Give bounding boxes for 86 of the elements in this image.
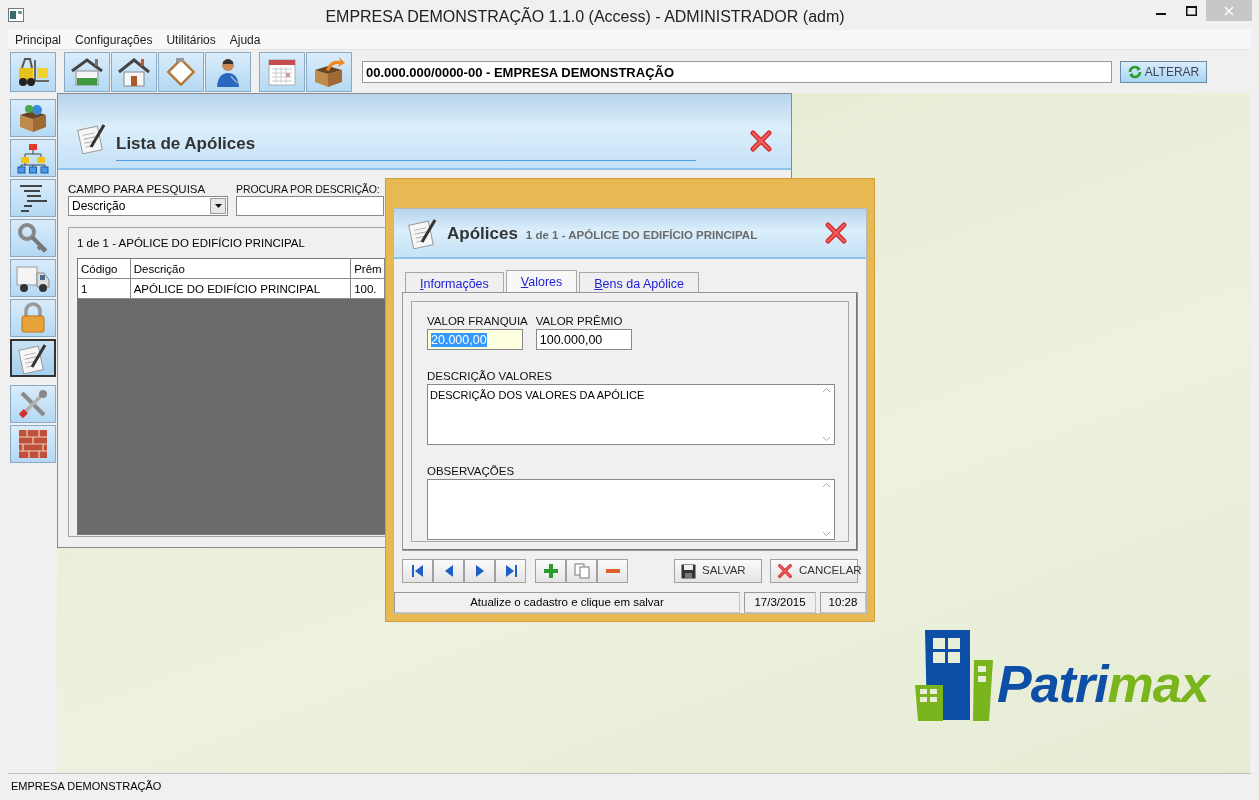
status-message: Atualize o cadastro e clique em salvar	[394, 592, 740, 613]
company-field[interactable]: 00.000.000/0000-00 - EMPRESA DEMONSTRAÇÃO	[362, 60, 1112, 83]
save-button[interactable]: SALVAR	[674, 559, 762, 583]
menu-item[interactable]: Ajuda	[222, 30, 268, 49]
refresh-icon	[1127, 64, 1142, 79]
memo-field[interactable]	[427, 479, 835, 540]
sidebar-button[interactable]	[10, 99, 56, 137]
document-pen-icon	[76, 122, 108, 154]
key-icon	[17, 222, 49, 254]
first-button[interactable]	[402, 559, 433, 583]
sidebar-button[interactable]	[10, 259, 56, 297]
window-title: EMPRESA DEMONSTRAÇÃO 1.1.0 (Access) - ADMINISTRADOR (adm)	[324, 6, 846, 27]
house-icon	[117, 55, 151, 88]
search-input[interactable]	[236, 196, 384, 216]
column-header: Prêm	[351, 259, 385, 280]
field-label: OBSERVAÇÕES	[427, 464, 515, 478]
field-label: PROCURA POR DESCRIÇÃO:	[236, 182, 380, 196]
copy-icon	[573, 563, 590, 579]
box-arrow-icon	[312, 55, 346, 88]
field-label: VALOR PRÊMIO	[535, 314, 623, 328]
dialog-subtitle: 1 de 1 - APÓLICE DO EDIFÍCIO PRINCIPAL	[525, 228, 758, 244]
forklift-icon	[16, 55, 50, 88]
box-icon	[17, 102, 49, 134]
column-header: Descrição	[130, 259, 352, 280]
house-button[interactable]	[111, 51, 157, 92]
menu-item[interactable]: Principal	[8, 30, 69, 49]
sidebar-button[interactable]	[10, 339, 56, 377]
column-header: Código	[78, 259, 131, 280]
field-label: CAMPO PARA PESQUISA	[68, 182, 206, 196]
document-pen-icon	[17, 342, 49, 374]
duplicate-button[interactable]	[566, 559, 597, 583]
cancel-icon	[777, 563, 793, 579]
logo-buildings-icon	[915, 630, 995, 724]
record-caption: 1 de 1 - APÓLICE DO EDIFÍCIO PRINCIPAL	[77, 236, 305, 251]
forklift-button[interactable]	[10, 51, 56, 92]
tab[interactable]: Bens da Apólice	[579, 272, 699, 292]
table-cell: 1	[78, 279, 131, 300]
search-field-select[interactable]: Descrição	[68, 196, 228, 216]
warehouse-icon	[70, 55, 104, 88]
scroll-down-icon	[822, 532, 830, 536]
last-button[interactable]	[495, 559, 526, 583]
dialog-title: Apólices	[447, 223, 518, 246]
plus-icon	[542, 563, 559, 579]
close-icon	[824, 221, 848, 245]
table-cell: 100.	[351, 279, 385, 300]
maximize-icon	[1185, 5, 1197, 16]
bar-list-icon	[17, 182, 49, 214]
box-button[interactable]	[306, 51, 352, 92]
warehouse-button[interactable]	[64, 51, 110, 92]
previous-button[interactable]	[433, 559, 464, 583]
wrench-icon	[17, 388, 49, 420]
brick-wall-icon	[17, 428, 49, 460]
memo-field[interactable]: DESCRIÇÃO DOS VALORES DA APÓLICE	[427, 384, 835, 445]
clipboard-button[interactable]	[158, 51, 204, 92]
tab[interactable]: Valores	[505, 270, 578, 292]
floppy-icon	[681, 563, 696, 579]
status-date: 17/3/2015	[744, 592, 816, 613]
scroll-up-icon	[822, 388, 830, 392]
alter-button[interactable]: ALTERAR	[1120, 60, 1207, 83]
field-label: VALOR FRANQUIA	[427, 314, 528, 328]
app-icon	[8, 8, 24, 22]
table-cell: APÓLICE DO EDIFÍCIO PRINCIPAL	[130, 279, 352, 300]
person-button[interactable]	[205, 51, 251, 92]
menu-item[interactable]: Utilitários	[159, 30, 223, 49]
field-label: DESCRIÇÃO VALORES	[427, 369, 553, 383]
sidebar-button[interactable]	[10, 179, 56, 217]
minimize-icon	[1156, 12, 1166, 15]
remove-button[interactable]	[597, 559, 628, 583]
caret-icon	[214, 204, 222, 208]
document-pen-icon	[407, 217, 439, 249]
scroll-up-icon	[822, 483, 830, 487]
scroll-down-icon	[822, 437, 830, 441]
add-button[interactable]	[535, 559, 566, 583]
logo-wordmark: Patrimax	[997, 658, 1209, 710]
first-icon	[409, 563, 426, 579]
value-input[interactable]: 100.000,00	[535, 329, 632, 350]
close-icon	[749, 129, 773, 153]
close-icon	[1224, 5, 1234, 16]
status-bar-text: EMPRESA DEMONSTRAÇÃO	[8, 773, 1251, 795]
next-button[interactable]	[464, 559, 495, 583]
status-time: 10:28	[820, 592, 866, 613]
org-chart-icon	[17, 142, 49, 174]
window-heading: Lista de Apólices	[116, 133, 256, 155]
tab[interactable]: Informações	[405, 272, 504, 292]
calendar-button[interactable]	[259, 51, 305, 92]
menu-item[interactable]: Configurações	[68, 30, 160, 49]
